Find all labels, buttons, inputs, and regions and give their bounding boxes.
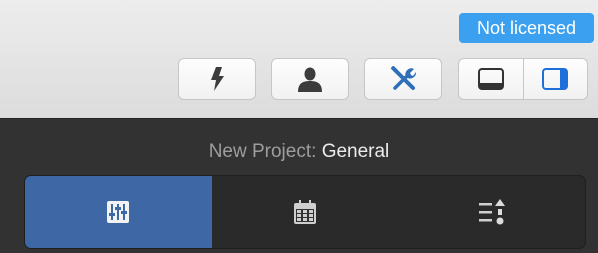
person-icon	[298, 67, 322, 92]
right-panel-icon	[542, 68, 569, 90]
bottom-panel-icon	[477, 68, 504, 90]
tab-calendar[interactable]	[212, 176, 399, 248]
panel-layout-toggle	[458, 58, 588, 100]
tools-icon	[390, 65, 417, 90]
project-name: General	[321, 141, 390, 162]
panel-title: New Project: General	[0, 141, 598, 163]
person-button[interactable]	[271, 58, 349, 100]
lightning-icon	[211, 67, 224, 91]
right-panel-toggle[interactable]	[522, 59, 588, 99]
inspector-panel: New Project: General	[0, 118, 598, 253]
inspector-tabs	[24, 175, 586, 249]
tab-settings[interactable]	[25, 176, 212, 248]
title-prefix: New Project:	[208, 141, 317, 162]
toolbar: Not licensed	[0, 0, 598, 118]
sliders-icon	[107, 201, 130, 223]
list-order-icon	[478, 199, 505, 225]
license-status-badge[interactable]: Not licensed	[459, 13, 594, 43]
calendar-icon	[294, 200, 316, 224]
quick-action-button[interactable]	[178, 58, 256, 100]
bottom-panel-toggle[interactable]	[459, 59, 523, 99]
settings-button[interactable]	[364, 58, 442, 100]
tab-order[interactable]	[398, 176, 585, 248]
